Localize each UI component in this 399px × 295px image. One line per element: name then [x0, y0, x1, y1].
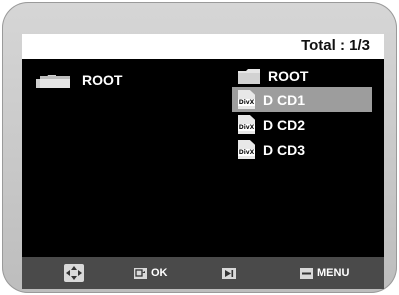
list-item-label: D CD3 — [263, 141, 306, 158]
divx-file-icon: DivX — [238, 115, 255, 134]
list-item-label: D CD2 — [263, 116, 306, 133]
list-item-d-cd2[interactable]: DivX D CD2 — [232, 112, 372, 137]
folder-icon — [238, 68, 260, 84]
divx-file-icon: DivX — [238, 90, 255, 109]
list-item-d-cd3[interactable]: DivX D CD3 — [232, 137, 372, 162]
open-folder-icon — [36, 75, 70, 88]
ok-icon — [134, 267, 147, 279]
navigate-icon — [64, 264, 84, 282]
next-icon — [222, 267, 236, 279]
menu-icon — [300, 267, 313, 279]
screen: Total : 1/3 ROOT ROOT DivX D CD1 DivX D … — [22, 34, 384, 289]
list-item-label: D CD1 — [263, 91, 306, 108]
divx-file-icon: DivX — [238, 140, 255, 159]
control-hint-bar: OK MENU — [22, 257, 384, 289]
header-bar: Total : 1/3 — [22, 34, 384, 59]
tv-frame: Total : 1/3 ROOT ROOT DivX D CD1 DivX D … — [2, 2, 397, 293]
menu-label: MENU — [317, 267, 350, 279]
ok-label: OK — [151, 267, 168, 279]
file-list: ROOT DivX D CD1 DivX D CD2 DivX D CD3 — [232, 65, 372, 162]
current-folder: ROOT — [36, 70, 122, 90]
total-count: Total : 1/3 — [301, 37, 370, 54]
next-control[interactable] — [222, 257, 236, 289]
list-item-label: ROOT — [268, 68, 309, 84]
current-folder-label: ROOT — [82, 72, 123, 88]
menu-control[interactable]: MENU — [300, 257, 349, 289]
ok-control[interactable]: OK — [134, 257, 168, 289]
list-item-root-folder[interactable]: ROOT — [232, 65, 372, 87]
list-item-d-cd1[interactable]: DivX D CD1 — [232, 87, 372, 112]
navigate-control[interactable] — [64, 257, 84, 289]
